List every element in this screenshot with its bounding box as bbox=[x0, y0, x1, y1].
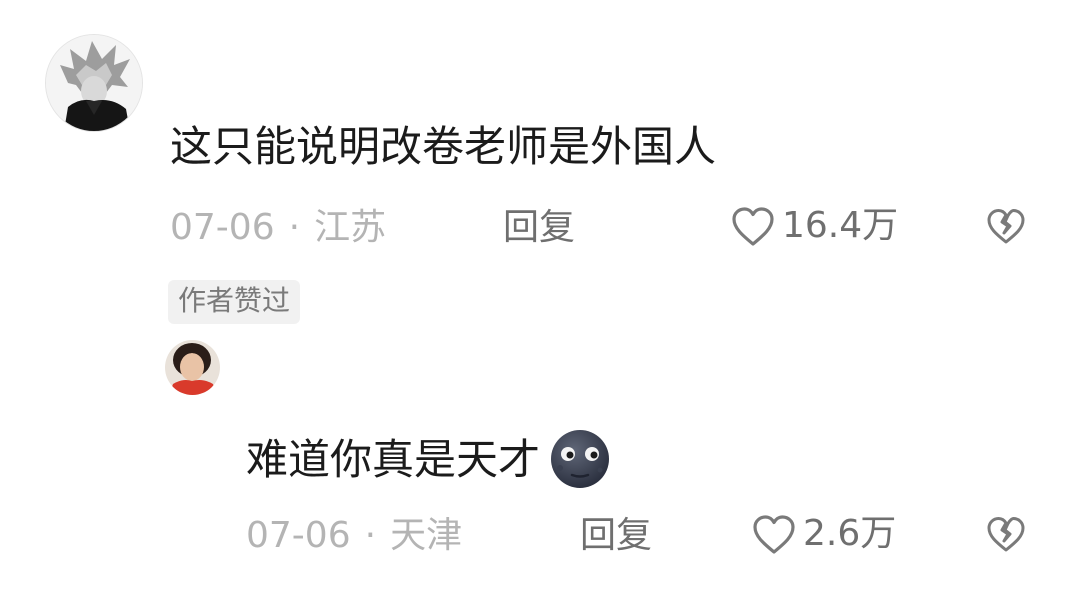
replier-avatar[interactable] bbox=[165, 340, 220, 395]
reply-dislike-button[interactable] bbox=[986, 515, 1026, 557]
comment-text: 这只能说明改卷老师是外国人 bbox=[170, 122, 717, 171]
author-liked-badge: 作者赞过 bbox=[168, 280, 301, 324]
new-moon-face-icon bbox=[546, 428, 614, 497]
red-shirt-person-icon bbox=[165, 340, 220, 395]
heart-outline-icon bbox=[732, 207, 774, 246]
reply-like-button[interactable]: 2.6万 bbox=[751, 513, 896, 555]
like-button[interactable]: 16.4万 bbox=[730, 205, 898, 247]
reply-text-row: 难道你真是天才 bbox=[246, 428, 614, 497]
heart-outline-icon bbox=[753, 515, 795, 554]
meta-separator: · bbox=[364, 515, 377, 556]
reply-date: 07-06 bbox=[246, 515, 351, 556]
dislike-button[interactable] bbox=[986, 207, 1026, 249]
broken-heart-icon bbox=[987, 517, 1025, 552]
comment-meta: 07-06 · 江苏 bbox=[170, 210, 386, 246]
reply-location: 天津 bbox=[390, 515, 463, 556]
broken-heart-icon bbox=[987, 209, 1025, 244]
gray-haired-character-icon bbox=[46, 35, 142, 131]
comment-date: 07-06 bbox=[170, 207, 275, 248]
reply-reply-button[interactable]: 回复 bbox=[580, 518, 652, 554]
reply-like-count: 2.6万 bbox=[803, 513, 897, 554]
like-count: 16.4万 bbox=[782, 205, 899, 246]
reply-meta: 07-06 · 天津 bbox=[246, 518, 462, 554]
comment-location: 江苏 bbox=[314, 207, 387, 248]
reply-text: 难道你真是天才 bbox=[246, 435, 541, 484]
commenter-avatar[interactable] bbox=[45, 34, 143, 132]
reply-button[interactable]: 回复 bbox=[503, 210, 575, 246]
meta-separator: · bbox=[288, 207, 301, 248]
